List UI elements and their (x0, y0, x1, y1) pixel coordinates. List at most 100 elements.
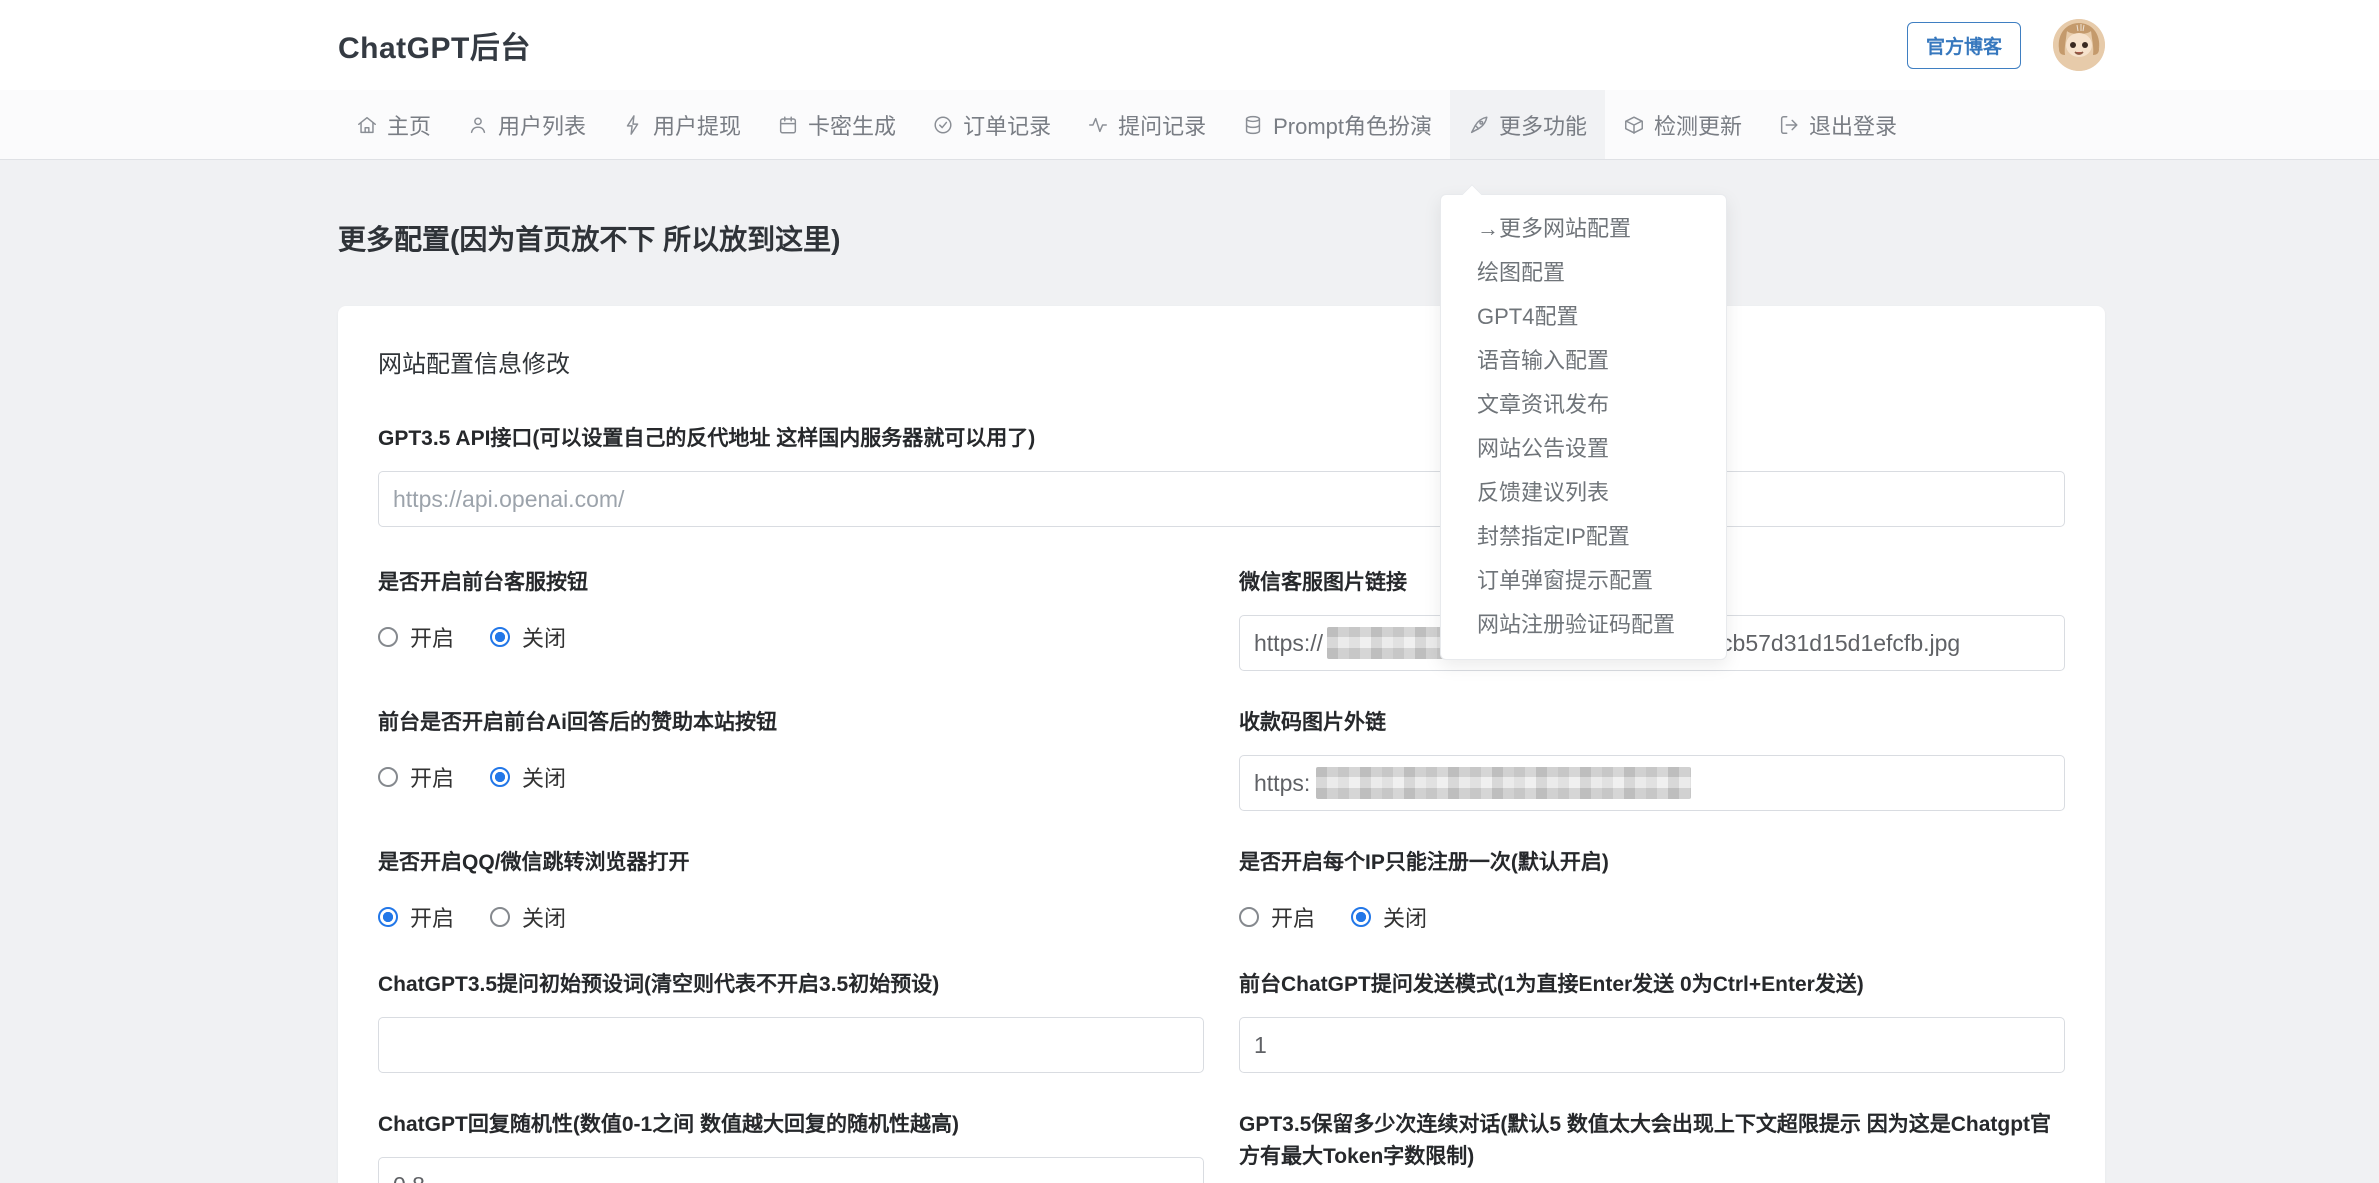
nav-label: 更多功能 (1499, 109, 1587, 141)
dropdown-item-feedback-list[interactable]: 反馈建议列表 (1441, 471, 1726, 515)
radio-label: 关闭 (522, 621, 566, 653)
field-sponsor-button: 前台是否开启前台Ai回答后的赞助本站按钮 开启 关闭 (378, 707, 1204, 793)
activity-icon (1087, 114, 1109, 136)
dropdown-item-site-announcement[interactable]: 网站公告设置 (1441, 427, 1726, 471)
url-prefix: https:// (1254, 630, 1323, 657)
field-label: 收款码图片外链 (1239, 707, 2065, 739)
radio-sponsor-off[interactable]: 关闭 (490, 761, 566, 793)
package-icon (1623, 114, 1645, 136)
randomness-input[interactable] (378, 1157, 1204, 1183)
page-title: 更多配置(因为首页放不下 所以放到这里) (338, 218, 2105, 258)
radio-input[interactable] (378, 767, 398, 787)
field-label: 是否开启前台客服按钮 (378, 567, 1204, 599)
home-icon (356, 114, 378, 136)
pen-icon (1468, 114, 1490, 136)
dropdown-item-drawing-config[interactable]: 绘图配置 (1441, 251, 1726, 295)
nav-label: 用户列表 (498, 109, 586, 141)
nav-item-logout[interactable]: 退出登录 (1760, 90, 1915, 159)
radio-input[interactable] (1239, 907, 1259, 927)
check-circle-icon (932, 114, 954, 136)
field-context-count: GPT3.5保留多少次连续对话(默认5 数值太大会出现上下文超限提示 因为这是C… (1239, 1109, 2065, 1183)
nav-label: 退出登录 (1809, 109, 1897, 141)
field-preset-words: ChatGPT3.5提问初始预设词(清空则代表不开启3.5初始预设) (378, 969, 1204, 1073)
calendar-icon (777, 114, 799, 136)
redacted-blur (1316, 767, 1691, 799)
main-nav: 主页 用户列表 用户提现 卡密生成 (0, 90, 2379, 160)
radio-label: 开启 (410, 621, 454, 653)
dropdown-item-gpt4-config[interactable]: GPT4配置 (1441, 295, 1726, 339)
lightning-icon (622, 114, 644, 136)
user-icon (467, 114, 489, 136)
api-endpoint-input[interactable] (378, 471, 2065, 527)
radio-input[interactable] (378, 627, 398, 647)
radio-input[interactable] (490, 907, 510, 927)
field-label: ChatGPT3.5提问初始预设词(清空则代表不开启3.5初始预设) (378, 969, 1204, 1001)
nav-item-question-log[interactable]: 提问记录 (1069, 90, 1224, 159)
field-ip-register-once: 是否开启每个IP只能注册一次(默认开启) 开启 关闭 (1239, 847, 2065, 933)
radio-qqjump-on[interactable]: 开启 (378, 901, 454, 933)
radio-input[interactable] (490, 767, 510, 787)
field-label: 是否开启QQ/微信跳转浏览器打开 (378, 847, 1204, 879)
avatar-image (2053, 19, 2105, 71)
radio-input[interactable] (1351, 907, 1371, 927)
radio-input[interactable] (490, 627, 510, 647)
nav-label: 用户提现 (653, 109, 741, 141)
radio-service-off[interactable]: 关闭 (490, 621, 566, 653)
nav-label: 检测更新 (1654, 109, 1742, 141)
dropdown-item-voice-input-config[interactable]: 语音输入配置 (1441, 339, 1726, 383)
radio-label: 关闭 (1383, 901, 1427, 933)
radio-qqjump-off[interactable]: 关闭 (490, 901, 566, 933)
field-api-endpoint: GPT3.5 API接口(可以设置自己的反代地址 这样国内服务器就可以用了) (378, 423, 2065, 527)
nav-item-withdraw[interactable]: 用户提现 (604, 90, 759, 159)
radio-ipreg-on[interactable]: 开启 (1239, 901, 1315, 933)
nav-label: Prompt角色扮演 (1273, 109, 1432, 141)
nav-item-prompt-roleplay[interactable]: Prompt角色扮演 (1224, 90, 1450, 159)
url-suffix: cb57d31d15d1efcfb.jpg (1721, 630, 1960, 657)
radio-label: 关闭 (522, 901, 566, 933)
nav-item-check-update[interactable]: 检测更新 (1605, 90, 1760, 159)
field-label: GPT3.5保留多少次连续对话(默认5 数值太大会出现上下文超限提示 因为这是C… (1239, 1109, 2065, 1173)
field-send-mode: 前台ChatGPT提问发送模式(1为直接Enter发送 0为Ctrl+Enter… (1239, 969, 2065, 1073)
radio-label: 开启 (410, 901, 454, 933)
nav-item-home[interactable]: 主页 (338, 90, 449, 159)
field-service-button: 是否开启前台客服按钮 开启 关闭 (378, 567, 1204, 653)
nav-label: 主页 (387, 109, 431, 141)
radio-label: 开启 (410, 761, 454, 793)
dropdown-item-register-captcha-config[interactable]: 网站注册验证码配置 (1441, 603, 1726, 647)
dropdown-item-ban-ip-config[interactable]: 封禁指定IP配置 (1441, 515, 1726, 559)
nav-item-more-features[interactable]: 更多功能 (1450, 90, 1605, 159)
radio-ipreg-off[interactable]: 关闭 (1351, 901, 1427, 933)
logout-icon (1778, 114, 1800, 136)
site-config-card: 网站配置信息修改 GPT3.5 API接口(可以设置自己的反代地址 这样国内服务… (338, 306, 2105, 1183)
preset-words-input[interactable] (378, 1017, 1204, 1073)
dropdown-item-more-site-config[interactable]: →更多网站配置 (1441, 207, 1726, 251)
header: ChatGPT后台 官方博客 (0, 0, 2379, 90)
field-label: ChatGPT回复随机性(数值0-1之间 数值越大回复的随机性越高) (378, 1109, 1204, 1141)
dropdown-item-article-publish[interactable]: 文章资讯发布 (1441, 383, 1726, 427)
dropdown-item-order-popup-config[interactable]: 订单弹窗提示配置 (1441, 559, 1726, 603)
card-title: 网站配置信息修改 (378, 344, 2065, 379)
send-mode-input[interactable] (1239, 1017, 2065, 1073)
radio-label: 开启 (1271, 901, 1315, 933)
database-icon (1242, 114, 1264, 136)
radio-sponsor-on[interactable]: 开启 (378, 761, 454, 793)
field-qq-jump: 是否开启QQ/微信跳转浏览器打开 开启 关闭 (378, 847, 1204, 933)
field-randomness: ChatGPT回复随机性(数值0-1之间 数值越大回复的随机性越高) (378, 1109, 1204, 1183)
admin-page: ChatGPT后台 官方博客 (0, 0, 2379, 1183)
official-blog-button[interactable]: 官方博客 (1907, 22, 2021, 69)
url-prefix: https: (1254, 770, 1310, 797)
radio-input[interactable] (378, 907, 398, 927)
nav-item-user-list[interactable]: 用户列表 (449, 90, 604, 159)
main-content: 更多配置(因为首页放不下 所以放到这里) 网站配置信息修改 GPT3.5 API… (338, 160, 2105, 1183)
field-label: 是否开启每个IP只能注册一次(默认开启) (1239, 847, 2065, 879)
payment-code-input[interactable]: https: (1239, 755, 2065, 811)
nav-label: 卡密生成 (808, 109, 896, 141)
nav-item-card-keys[interactable]: 卡密生成 (759, 90, 914, 159)
nav-label: 订单记录 (963, 109, 1051, 141)
field-label: 前台ChatGPT提问发送模式(1为直接Enter发送 0为Ctrl+Enter… (1239, 969, 2065, 1001)
radio-service-on[interactable]: 开启 (378, 621, 454, 653)
nav-item-orders[interactable]: 订单记录 (914, 90, 1069, 159)
avatar[interactable] (2053, 19, 2105, 71)
radio-label: 关闭 (522, 761, 566, 793)
field-payment-code-link: 收款码图片外链 https: (1239, 707, 2065, 811)
